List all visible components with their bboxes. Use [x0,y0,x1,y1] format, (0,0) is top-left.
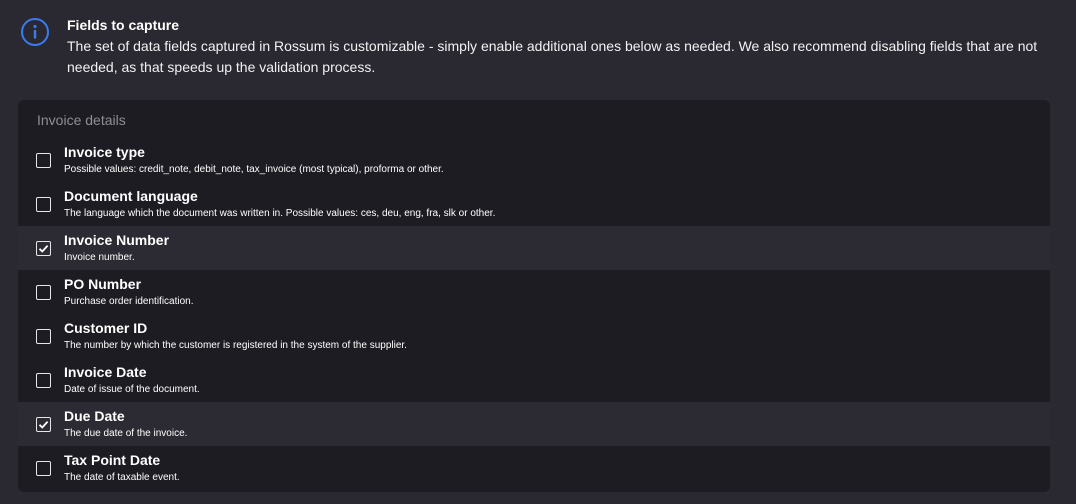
info-circle-icon [20,17,50,47]
field-description: The due date of the invoice. [64,428,188,439]
section-title: Invoice details [37,112,126,128]
checkbox[interactable] [36,285,51,300]
info-title: Fields to capture [67,17,180,33]
field-description: The language which the document was writ… [64,208,496,219]
checkbox[interactable] [36,153,51,168]
checkbox[interactable] [36,329,51,344]
checkbox[interactable] [36,417,51,432]
field-row-document-language[interactable]: Document language The language which the… [18,182,1050,226]
field-row-invoice-type[interactable]: Invoice type Possible values: credit_not… [18,138,1050,182]
field-label: Tax Point Date [64,452,161,468]
field-label: Invoice Date [64,364,147,380]
info-text: The set of data fields captured in Rossu… [67,38,1038,75]
field-label: PO Number [64,276,142,292]
field-description: The number by which the customer is regi… [64,340,407,351]
field-description: Purchase order identification. [64,296,194,307]
field-description: The date of taxable event. [64,472,180,483]
checkbox[interactable] [36,197,51,212]
field-label: Document language [64,188,198,204]
info-banner: Fields to capture The set of data fields… [0,0,1076,96]
field-label: Customer ID [64,320,148,336]
invoice-details-panel: Invoice details Invoice type Possible va… [18,100,1050,492]
field-label: Invoice Number [64,232,170,248]
checkbox[interactable] [36,373,51,388]
fields-settings-page: Fields to capture The set of data fields… [0,0,1076,504]
field-row-customer-id[interactable]: Customer ID The number by which the cust… [18,314,1050,358]
checkbox[interactable] [36,461,51,476]
field-description: Invoice number. [64,252,135,263]
field-row-due-date[interactable]: Due Date The due date of the invoice. [18,402,1050,446]
field-row-invoice-number[interactable]: Invoice Number Invoice number. [18,226,1050,270]
field-row-po-number[interactable]: PO Number Purchase order identification. [18,270,1050,314]
field-label: Due Date [64,408,125,424]
field-label: Invoice type [64,144,145,160]
field-description: Possible values: credit_note, debit_note… [64,164,444,175]
field-row-invoice-date[interactable]: Invoice Date Date of issue of the docume… [18,358,1050,402]
field-row-tax-point-date[interactable]: Tax Point Date The date of taxable event… [18,446,1050,490]
field-description: Date of issue of the document. [64,384,200,395]
checkbox[interactable] [36,241,51,256]
field-list: Invoice type Possible values: credit_not… [18,138,1050,490]
